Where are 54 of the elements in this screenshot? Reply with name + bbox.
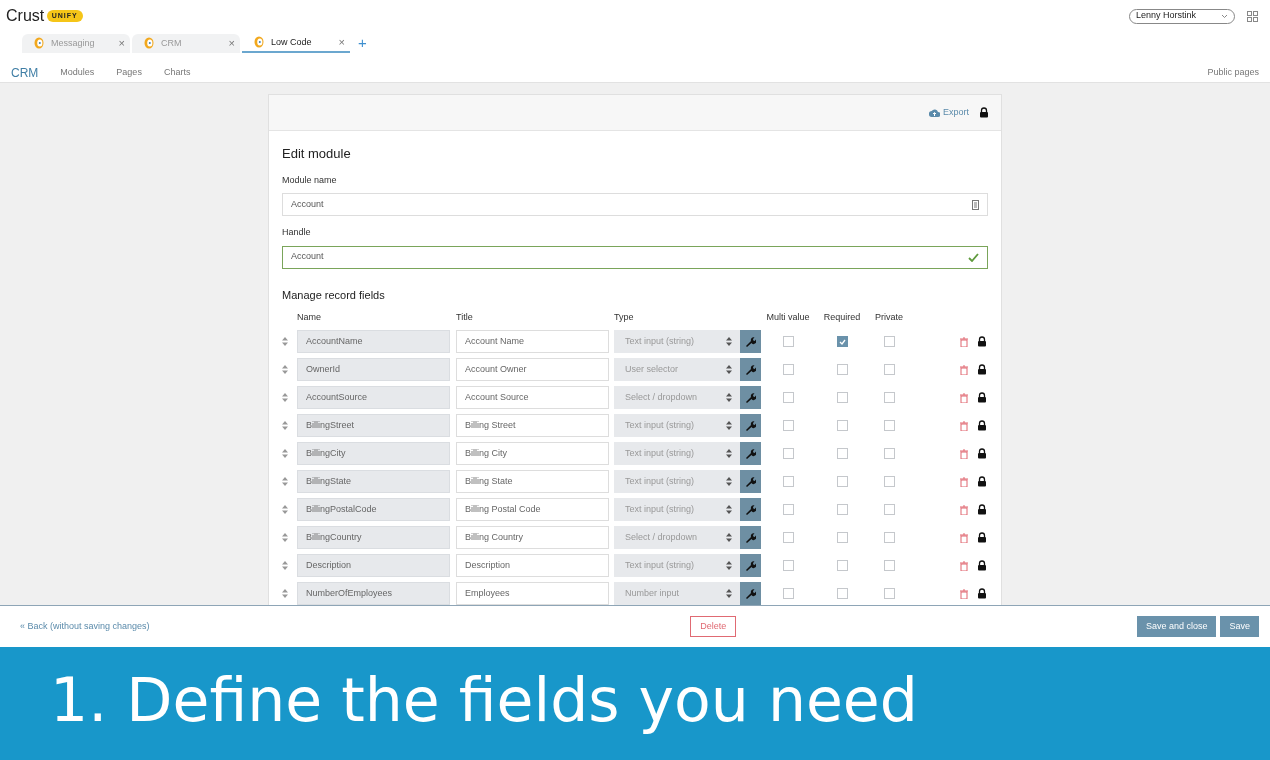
delete-button[interactable]: Delete — [690, 615, 737, 638]
section-title: Manage record fields — [282, 287, 386, 303]
nav-link[interactable]: Charts — [163, 65, 191, 80]
close-button[interactable]: × — [338, 34, 345, 51]
brand-name: Crust — [6, 6, 45, 26]
input-field[interactable]: Description — [456, 554, 609, 577]
select-field[interactable]: User selector — [614, 358, 740, 381]
input-field[interactable]: Billing State — [456, 470, 609, 493]
back-link[interactable]: « Back (without saving changes) — [20, 619, 150, 634]
column-header: Name — [297, 311, 322, 324]
nav-link[interactable]: Public pages — [1207, 65, 1259, 80]
input-field[interactable]: BillingCountry — [297, 526, 450, 549]
save-button[interactable]: Save — [1220, 615, 1259, 638]
app-tab[interactable]: Messaging × — [22, 33, 130, 53]
input-field[interactable]: OwnerId — [297, 358, 450, 381]
nav-title[interactable]: CRM — [11, 63, 39, 82]
column-header: Multi value — [765, 311, 811, 324]
input-field[interactable]: BillingStreet — [297, 414, 450, 437]
app-tab[interactable]: CRM × — [132, 33, 240, 53]
input-field[interactable]: NumberOfEmployees — [297, 582, 450, 605]
column-header: Type — [614, 311, 635, 324]
input-field[interactable]: Account Source — [456, 386, 609, 409]
column-header: Private — [874, 311, 904, 324]
input-field[interactable]: Billing Postal Code — [456, 498, 609, 521]
field-label: Handle — [282, 226, 312, 239]
column-header: Required — [822, 311, 862, 324]
select-field[interactable]: Select / dropdown — [614, 526, 740, 549]
nav-link[interactable]: Pages — [116, 65, 142, 80]
input-field[interactable]: Billing Street — [456, 414, 609, 437]
field-label: Module name — [282, 173, 338, 187]
input-field[interactable]: Employees — [456, 582, 609, 605]
input-field[interactable]: BillingState — [297, 470, 450, 493]
save-and-close-button[interactable]: Save and close — [1136, 615, 1217, 638]
close-button[interactable]: × — [228, 35, 235, 52]
section-title: Edit module — [282, 145, 352, 163]
input-field[interactable]: Billing Country — [456, 526, 609, 549]
input-field[interactable]: Account — [282, 193, 988, 216]
input-field[interactable]: Account — [282, 245, 988, 269]
app-tab[interactable]: Low Code × — [242, 33, 350, 53]
input-field[interactable]: Description — [297, 554, 450, 577]
column-header: Title — [456, 311, 474, 324]
input-field[interactable]: AccountName — [297, 330, 450, 353]
input-field[interactable]: BillingCity — [297, 442, 450, 465]
input-field[interactable]: Account Owner — [456, 358, 609, 381]
select-field[interactable]: Select / dropdown — [614, 386, 740, 409]
input-field[interactable]: BillingPostalCode — [297, 498, 450, 521]
export-link[interactable]: Export — [929, 105, 969, 120]
add-tab-button[interactable]: + — [358, 32, 367, 55]
caption-text: 1. Define the fields you need — [50, 665, 918, 735]
input-field[interactable]: Account Name — [456, 330, 609, 353]
input-field[interactable]: Billing City — [456, 442, 609, 465]
input-field[interactable]: AccountSource — [297, 386, 450, 409]
nav-link[interactable]: Modules — [60, 65, 95, 80]
close-button[interactable]: × — [118, 35, 125, 52]
